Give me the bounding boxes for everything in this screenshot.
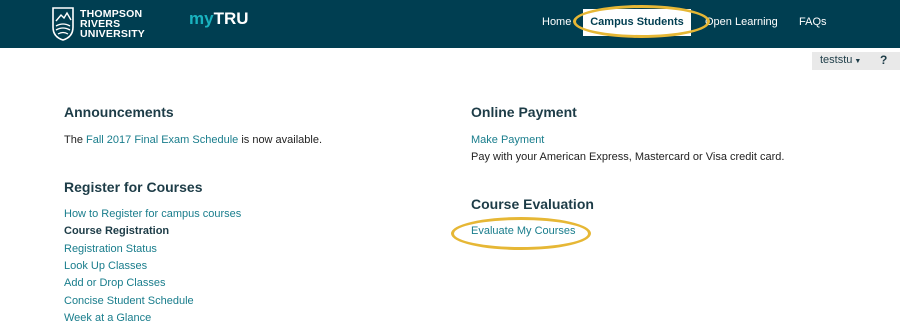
exam-schedule-link[interactable]: Fall 2017 Final Exam Schedule — [86, 134, 238, 146]
week-at-a-glance-link[interactable]: Week at a Glance — [64, 312, 151, 324]
app-name-suffix: TRU — [213, 9, 249, 28]
look-up-classes-link[interactable]: Look Up Classes — [64, 260, 147, 272]
add-drop-classes-link[interactable]: Add or Drop Classes — [64, 277, 166, 289]
help-button[interactable]: ? — [880, 53, 887, 67]
announcement-prefix: The — [64, 134, 87, 146]
shield-logo-icon — [52, 7, 74, 41]
nav-open-learning[interactable]: Open Learning — [705, 16, 778, 28]
register-heading: Register for Courses — [64, 179, 203, 195]
top-navigation-bar: THOMPSON RIVERS UNIVERSITY myTRU Home Ca… — [0, 0, 900, 48]
online-payment-heading: Online Payment — [471, 104, 577, 120]
payment-description: Pay with your American Express, Masterca… — [471, 151, 785, 163]
app-name-prefix: my — [189, 9, 214, 28]
announcement-text: The Fall 2017 Final Exam Schedule is now… — [64, 134, 322, 146]
university-name-line: UNIVERSITY — [80, 28, 146, 40]
nav-home[interactable]: Home — [542, 16, 571, 28]
course-registration-link[interactable]: Course Registration — [64, 225, 169, 237]
nav-faqs[interactable]: FAQs — [799, 16, 827, 28]
username: teststu — [820, 54, 853, 66]
evaluate-my-courses-link[interactable]: Evaluate My Courses — [471, 225, 576, 237]
university-name: THOMPSON RIVERS UNIVERSITY — [80, 9, 146, 40]
app-name: myTRU — [189, 9, 249, 29]
announcements-heading: Announcements — [64, 104, 174, 120]
nav-campus-students[interactable]: Campus Students — [583, 9, 691, 36]
tru-logo[interactable]: THOMPSON RIVERS UNIVERSITY — [52, 6, 145, 42]
user-menu[interactable]: teststu ▼ — [820, 54, 861, 66]
caret-down-icon: ▼ — [854, 58, 862, 65]
how-to-register-link[interactable]: How to Register for campus courses — [64, 208, 241, 220]
registration-status-link[interactable]: Registration Status — [64, 243, 157, 255]
concise-schedule-link[interactable]: Concise Student Schedule — [64, 295, 194, 307]
course-evaluation-heading: Course Evaluation — [471, 196, 594, 212]
announcement-suffix: is now available. — [238, 134, 323, 146]
make-payment-link[interactable]: Make Payment — [471, 134, 544, 146]
